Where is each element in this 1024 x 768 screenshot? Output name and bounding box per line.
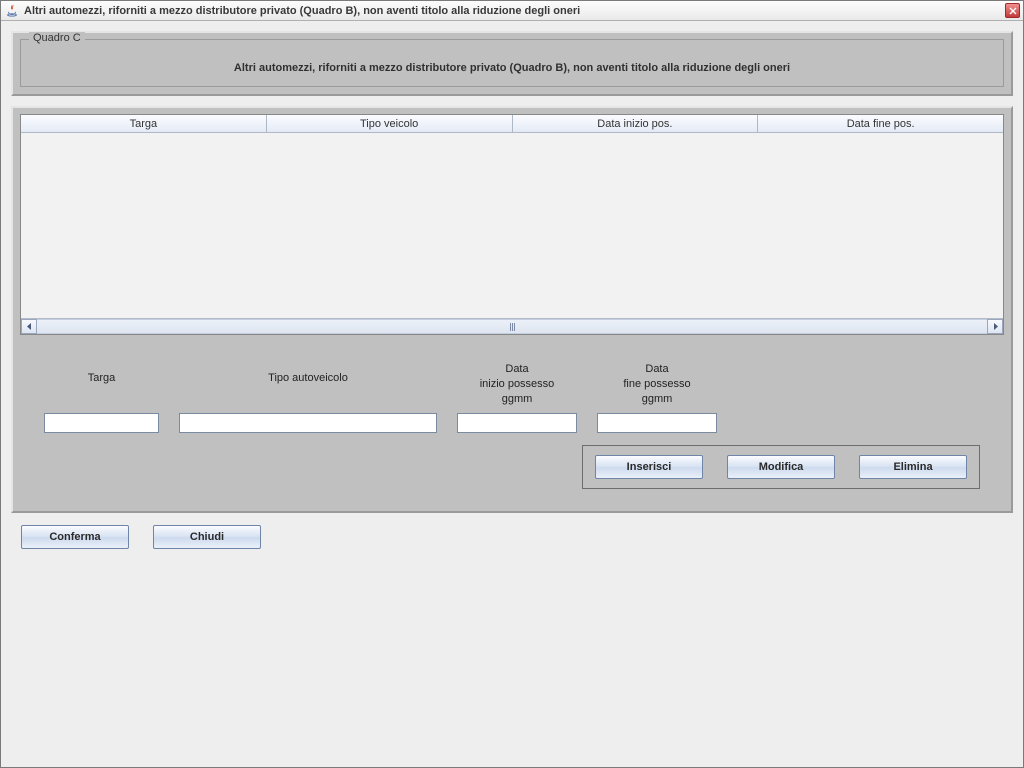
table-panel: Targa Tipo veicolo Data inizio pos. Data…: [11, 106, 1013, 513]
chiudi-button[interactable]: Chiudi: [153, 525, 261, 549]
inserisci-button[interactable]: Inserisci: [595, 455, 703, 479]
label-data-fine-l1: Data: [597, 362, 717, 377]
form-inputs-row: [44, 413, 980, 433]
bottom-button-row: Conferma Chiudi: [11, 523, 1013, 551]
table: Targa Tipo veicolo Data inizio pos. Data…: [20, 114, 1004, 335]
action-button-row: Inserisci Modifica Elimina: [582, 445, 980, 489]
scroll-grip-icon: [507, 321, 517, 333]
close-icon: [1009, 7, 1017, 15]
window-title: Altri automezzi, riforniti a mezzo distr…: [24, 5, 1005, 17]
modifica-button[interactable]: Modifica: [727, 455, 835, 479]
quadro-legend: Quadro C: [29, 32, 85, 44]
tipo-autoveicolo-field[interactable]: [179, 413, 437, 433]
close-button[interactable]: [1005, 3, 1020, 18]
label-data-fine: Data fine possesso ggmm: [597, 362, 717, 407]
form-area: Targa Tipo autoveicolo Data inizio posse…: [20, 345, 1004, 501]
form-labels-row: Targa Tipo autoveicolo Data inizio posse…: [44, 349, 980, 407]
scroll-right-button[interactable]: [987, 319, 1003, 334]
chevron-right-icon: [992, 323, 999, 330]
elimina-button[interactable]: Elimina: [859, 455, 967, 479]
quadro-panel: Quadro C Altri automezzi, riforniti a me…: [11, 31, 1013, 96]
quadro-fieldset: Quadro C Altri automezzi, riforniti a me…: [20, 39, 1004, 87]
table-header: Targa Tipo veicolo Data inizio pos. Data…: [21, 115, 1003, 133]
titlebar: Altri automezzi, riforniti a mezzo distr…: [1, 1, 1023, 21]
client-area: Quadro C Altri automezzi, riforniti a me…: [1, 21, 1023, 767]
scroll-left-button[interactable]: [21, 319, 37, 334]
column-targa[interactable]: Targa: [21, 115, 267, 132]
column-data-fine[interactable]: Data fine pos.: [758, 115, 1003, 132]
targa-field[interactable]: [44, 413, 159, 433]
conferma-button[interactable]: Conferma: [21, 525, 129, 549]
table-body[interactable]: [21, 133, 1003, 318]
scroll-track[interactable]: [37, 319, 987, 334]
quadro-title: Altri automezzi, riforniti a mezzo distr…: [31, 62, 993, 74]
data-fine-field[interactable]: [597, 413, 717, 433]
label-data-inizio-l2: inizio possesso: [457, 377, 577, 392]
chevron-left-icon: [26, 323, 33, 330]
label-data-fine-l2: fine possesso: [597, 377, 717, 392]
label-data-fine-l3: ggmm: [597, 392, 717, 407]
label-targa: Targa: [44, 349, 159, 407]
column-data-inizio[interactable]: Data inizio pos.: [513, 115, 759, 132]
label-data-inizio-l3: ggmm: [457, 392, 577, 407]
label-tipo: Tipo autoveicolo: [179, 349, 437, 407]
horizontal-scrollbar[interactable]: [21, 318, 1003, 334]
label-data-inizio: Data inizio possesso ggmm: [457, 362, 577, 407]
data-inizio-field[interactable]: [457, 413, 577, 433]
label-data-inizio-l1: Data: [457, 362, 577, 377]
java-icon: [5, 4, 19, 18]
column-tipo-veicolo[interactable]: Tipo veicolo: [267, 115, 513, 132]
window: Altri automezzi, riforniti a mezzo distr…: [0, 0, 1024, 768]
